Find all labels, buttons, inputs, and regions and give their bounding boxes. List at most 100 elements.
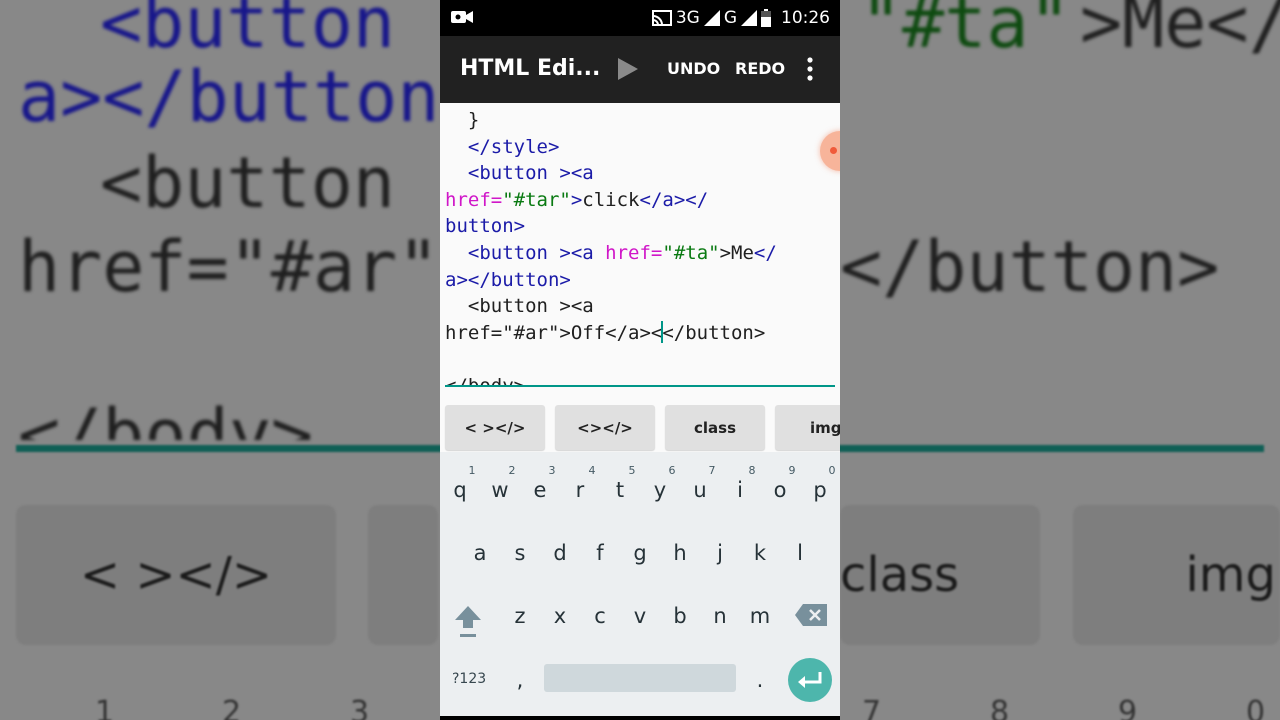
network-type-3g: 3G	[675, 8, 700, 28]
code-line: <button ><a	[445, 295, 594, 317]
key-q[interactable]: q	[442, 478, 478, 502]
code-token: "#ta"	[662, 241, 720, 264]
code-line: a></button>	[445, 269, 571, 291]
run-play-icon[interactable]	[616, 56, 640, 82]
app-toolbar: HTML Edi... UNDO REDO	[440, 36, 840, 103]
key-hint: 8	[748, 464, 756, 477]
undo-button[interactable]: UNDO	[667, 59, 720, 78]
comma-key[interactable]: ,	[502, 668, 538, 692]
key-hint: 0	[828, 464, 836, 477]
redo-button[interactable]: REDO	[735, 59, 785, 78]
bg-text: "#ta"	[860, 0, 1071, 64]
key-h[interactable]: h	[662, 541, 698, 565]
key-v[interactable]: v	[622, 604, 658, 628]
signal-icon	[741, 10, 757, 26]
bg-num: 7	[862, 695, 882, 720]
key-m[interactable]: m	[742, 604, 778, 628]
key-hint: 2	[508, 464, 516, 477]
bg-text: href="#ar"	[18, 226, 440, 308]
status-icons: 3G G 10:26	[651, 8, 830, 28]
bg-text: <button	[100, 142, 396, 224]
key-r[interactable]: r	[562, 478, 598, 502]
key-l[interactable]: l	[782, 541, 818, 565]
code-token: href="#ar">Off</a><	[445, 321, 663, 344]
key-w[interactable]: w	[482, 478, 518, 502]
battery-icon	[761, 9, 771, 27]
key-d[interactable]: d	[542, 541, 578, 565]
key-g[interactable]: g	[622, 541, 658, 565]
more-options-icon[interactable]	[805, 56, 815, 82]
key-u[interactable]: u	[682, 478, 718, 502]
backspace-icon[interactable]	[795, 604, 827, 626]
bg-num: 1	[95, 695, 115, 720]
key-c[interactable]: c	[582, 604, 618, 628]
code-line: href="#ar">Off</a><</button>	[445, 320, 766, 344]
code-line: </style>	[445, 135, 560, 158]
code-token: <button ><a	[467, 295, 594, 318]
snippet-empty-tag-button[interactable]: <></>	[555, 405, 655, 450]
code-token: click	[582, 188, 640, 211]
key-t[interactable]: t	[602, 478, 638, 502]
code-token: <button ><a	[467, 162, 594, 185]
symbols-key[interactable]: ?123	[452, 671, 486, 687]
status-bar: 3G G 10:26	[440, 0, 840, 36]
video-camera-icon	[451, 11, 473, 23]
code-editor[interactable]: } </style> <button ><a href="#tar">click…	[440, 103, 840, 387]
bg-num: 0	[1246, 695, 1266, 720]
code-line: <button ><a	[445, 162, 594, 184]
key-o[interactable]: o	[762, 478, 798, 502]
key-hint: 5	[628, 464, 636, 477]
bg-text: >Me</	[1080, 0, 1280, 64]
code-content[interactable]: } </style> <button ><a href="#tar">click…	[445, 107, 777, 387]
snippet-bar: < ></> <></> class img	[440, 388, 840, 452]
code-line: <button ><a href="#ta">Me</	[445, 242, 777, 264]
key-k[interactable]: k	[742, 541, 778, 565]
nav-bar-edge	[440, 716, 840, 720]
snippet-tag-pair-button[interactable]: < ></>	[445, 405, 545, 450]
key-hint: 4	[588, 464, 596, 477]
code-token: button>	[445, 215, 526, 238]
bg-num: 2	[222, 695, 242, 720]
shift-icon[interactable]	[454, 604, 482, 638]
code-token: href=	[445, 188, 503, 211]
snippet-img-button[interactable]: img	[775, 405, 840, 450]
code-token: </	[753, 241, 777, 264]
snippet-class-button[interactable]: class	[665, 405, 765, 450]
floating-action-button[interactable]	[820, 131, 840, 171]
code-token: Me	[731, 241, 754, 264]
space-bar[interactable]	[544, 664, 736, 692]
key-hint: 9	[788, 464, 796, 477]
bg-num: 8	[990, 695, 1010, 720]
period-key[interactable]: .	[742, 668, 778, 692]
bg-text: <button	[100, 0, 396, 64]
bg-num: 3	[350, 695, 370, 720]
key-n[interactable]: n	[702, 604, 738, 628]
code-token: "#tar"	[502, 188, 571, 211]
enter-key[interactable]	[788, 658, 832, 702]
network-type-g: G	[723, 8, 737, 28]
code-token: >	[719, 241, 732, 264]
key-hint: 7	[708, 464, 716, 477]
code-token: </style>	[467, 135, 560, 158]
key-b[interactable]: b	[662, 604, 698, 628]
code-token: href=	[605, 241, 663, 264]
key-hint: 1	[468, 464, 476, 477]
key-i[interactable]: i	[722, 478, 758, 502]
code-token: </button>	[662, 321, 766, 344]
code-token: <button ><a	[467, 241, 606, 264]
key-hint: 3	[548, 464, 556, 477]
key-z[interactable]: z	[502, 604, 538, 628]
code-token: a></button>	[445, 268, 571, 291]
key-x[interactable]: x	[542, 604, 578, 628]
bg-key: img	[1073, 505, 1280, 645]
cast-icon	[651, 10, 672, 26]
key-e[interactable]: e	[522, 478, 558, 502]
key-p[interactable]: p	[802, 478, 838, 502]
key-s[interactable]: s	[502, 541, 538, 565]
code-line: button>	[445, 215, 525, 237]
key-a[interactable]: a	[462, 541, 498, 565]
key-f[interactable]: f	[582, 541, 618, 565]
editor-focus-underline	[445, 385, 835, 387]
key-y[interactable]: y	[642, 478, 678, 502]
key-j[interactable]: j	[702, 541, 738, 565]
